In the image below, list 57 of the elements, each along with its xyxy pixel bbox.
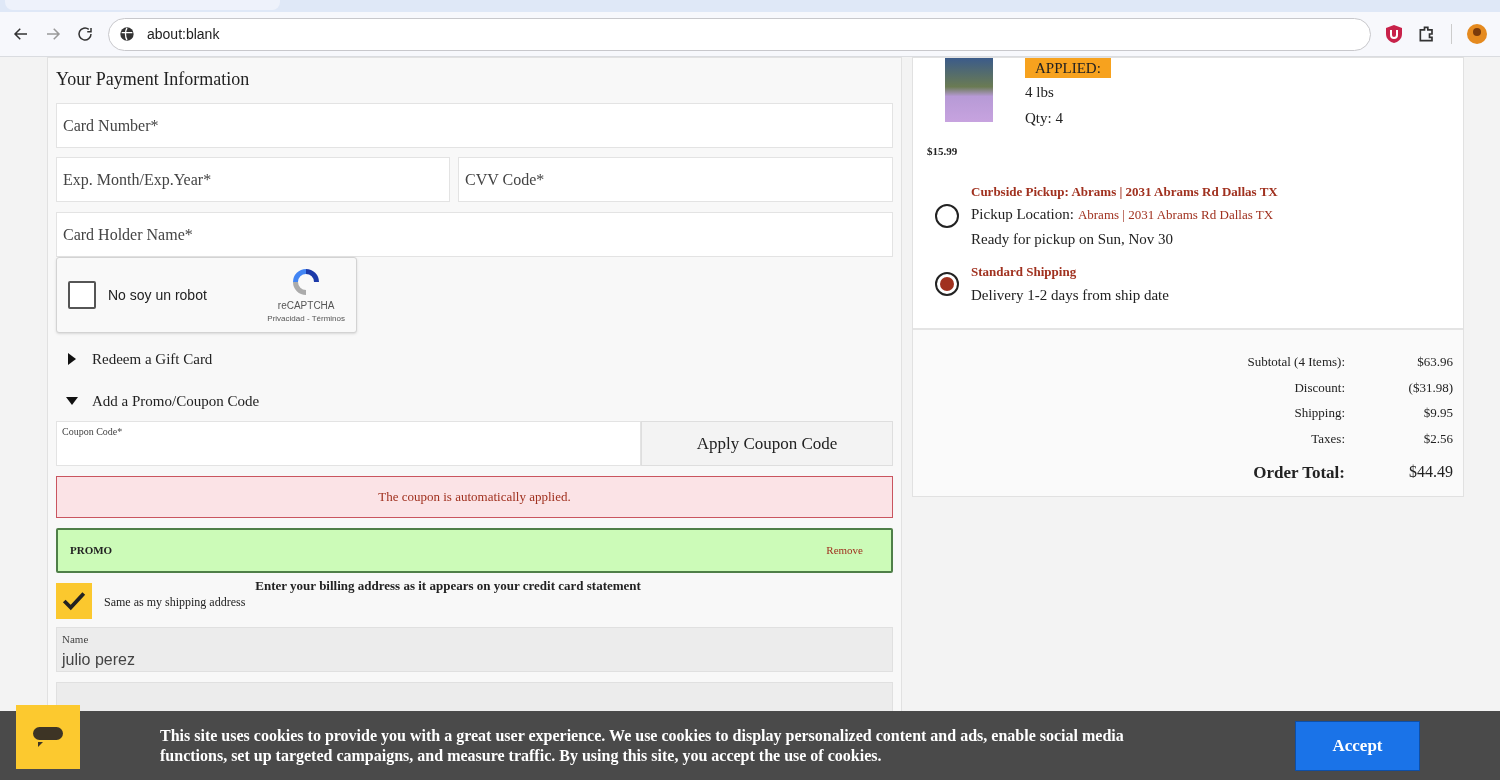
name-field[interactable]: Name julio perez [56, 627, 893, 672]
delivery-note: Ready for pickup on Sun, Nov 30 [971, 229, 1175, 249]
billing-instruction: Enter your billing address as it appears on your credit card statement [255, 577, 641, 595]
product-price: $15.99 [927, 144, 959, 159]
captcha-label: No soy un robot [108, 285, 208, 305]
delivery-note: Delivery 1-2 days from ship date [971, 285, 1169, 305]
product-photo [945, 58, 993, 122]
apply-coupon-button[interactable]: Apply Coupon Code [641, 421, 893, 466]
caret-down-icon [66, 397, 78, 405]
delivery-option-title: Curbside Pickup: Abrams | 2031 Abrams Rd Dallas TX [971, 182, 1278, 201]
back-icon[interactable] [12, 25, 30, 43]
address-bar[interactable]: about:blank [108, 17, 1371, 51]
accordion-toggle[interactable]: Add a Promo/Coupon Code [56, 385, 893, 417]
summary-value: $2.56 [1422, 429, 1453, 448]
captcha-links[interactable]: Privacidad - Términos [267, 312, 345, 325]
promo-code: PROMO [70, 543, 113, 559]
card-holder-field[interactable]: Card Holder Name* [56, 212, 893, 257]
summary-label: Shipping: [1294, 404, 1345, 422]
remove-link[interactable]: Remove [826, 542, 879, 559]
delivery-option-title: Standard Shipping [971, 263, 1078, 281]
cookie-message: This site uses cookies to provide you with a great user experience. We use cookies to display personalized content and ads, enable social media functions, set up targeted campaigns, and measure traffic. By using this site, you accept the use of cookies. [160, 725, 1125, 766]
expiry-field[interactable]: Exp. Month/Exp.Year* [56, 157, 450, 202]
globe-icon [119, 26, 135, 42]
summary-value: $9.95 [1422, 404, 1453, 422]
summary-value: ($31.98) [1407, 378, 1453, 397]
same-address-checkbox[interactable] [56, 583, 92, 619]
forward-icon[interactable] [44, 25, 62, 43]
pickup-location-label: Pickup Location: [971, 205, 1074, 224]
order-total-label: Order Total: [1253, 462, 1345, 484]
product-quantity: Qty: 4 [1025, 108, 1064, 128]
applied-badge: APPLIED: [1025, 58, 1111, 78]
chat-button[interactable] [16, 705, 80, 769]
delivery-radio[interactable] [935, 203, 959, 228]
pickup-location: Abrams | 2031 Abrams Rd Dallas TX [1077, 206, 1274, 224]
delivery-radio[interactable] [935, 272, 959, 296]
profile-avatar-icon[interactable] [1466, 23, 1488, 45]
info-alert: The coupon is automatically applied. [56, 476, 893, 518]
card-number-field[interactable]: Card Number* [56, 103, 893, 148]
accordion-toggle[interactable]: Redeem a Gift Card [56, 343, 893, 375]
address-text: about:blank [147, 24, 220, 44]
captcha-checkbox[interactable] [68, 281, 96, 309]
caret-right-icon [68, 353, 76, 365]
summary-label: Discount: [1294, 378, 1345, 397]
summary-label: Subtotal (4 Items): [1247, 353, 1345, 371]
coupon-code-field[interactable]: Coupon Code* [56, 421, 641, 466]
section-title: Your Payment Information [56, 68, 251, 91]
summary-label: Taxes: [1311, 429, 1345, 448]
reload-icon[interactable] [76, 25, 94, 43]
captcha-brand: reCAPTCHA [277, 298, 335, 313]
chat-bubble-icon [32, 725, 64, 749]
same-address-label: Same as my shipping address [104, 594, 246, 611]
shield-icon[interactable] [1385, 24, 1403, 44]
cvv-field[interactable]: CVV Code* [458, 157, 893, 202]
product-size: 4 lbs [1025, 83, 1055, 102]
accept-button[interactable]: Accept [1295, 720, 1420, 771]
summary-value: $63.96 [1416, 353, 1453, 371]
order-total-value: $44.49 [1408, 462, 1453, 482]
